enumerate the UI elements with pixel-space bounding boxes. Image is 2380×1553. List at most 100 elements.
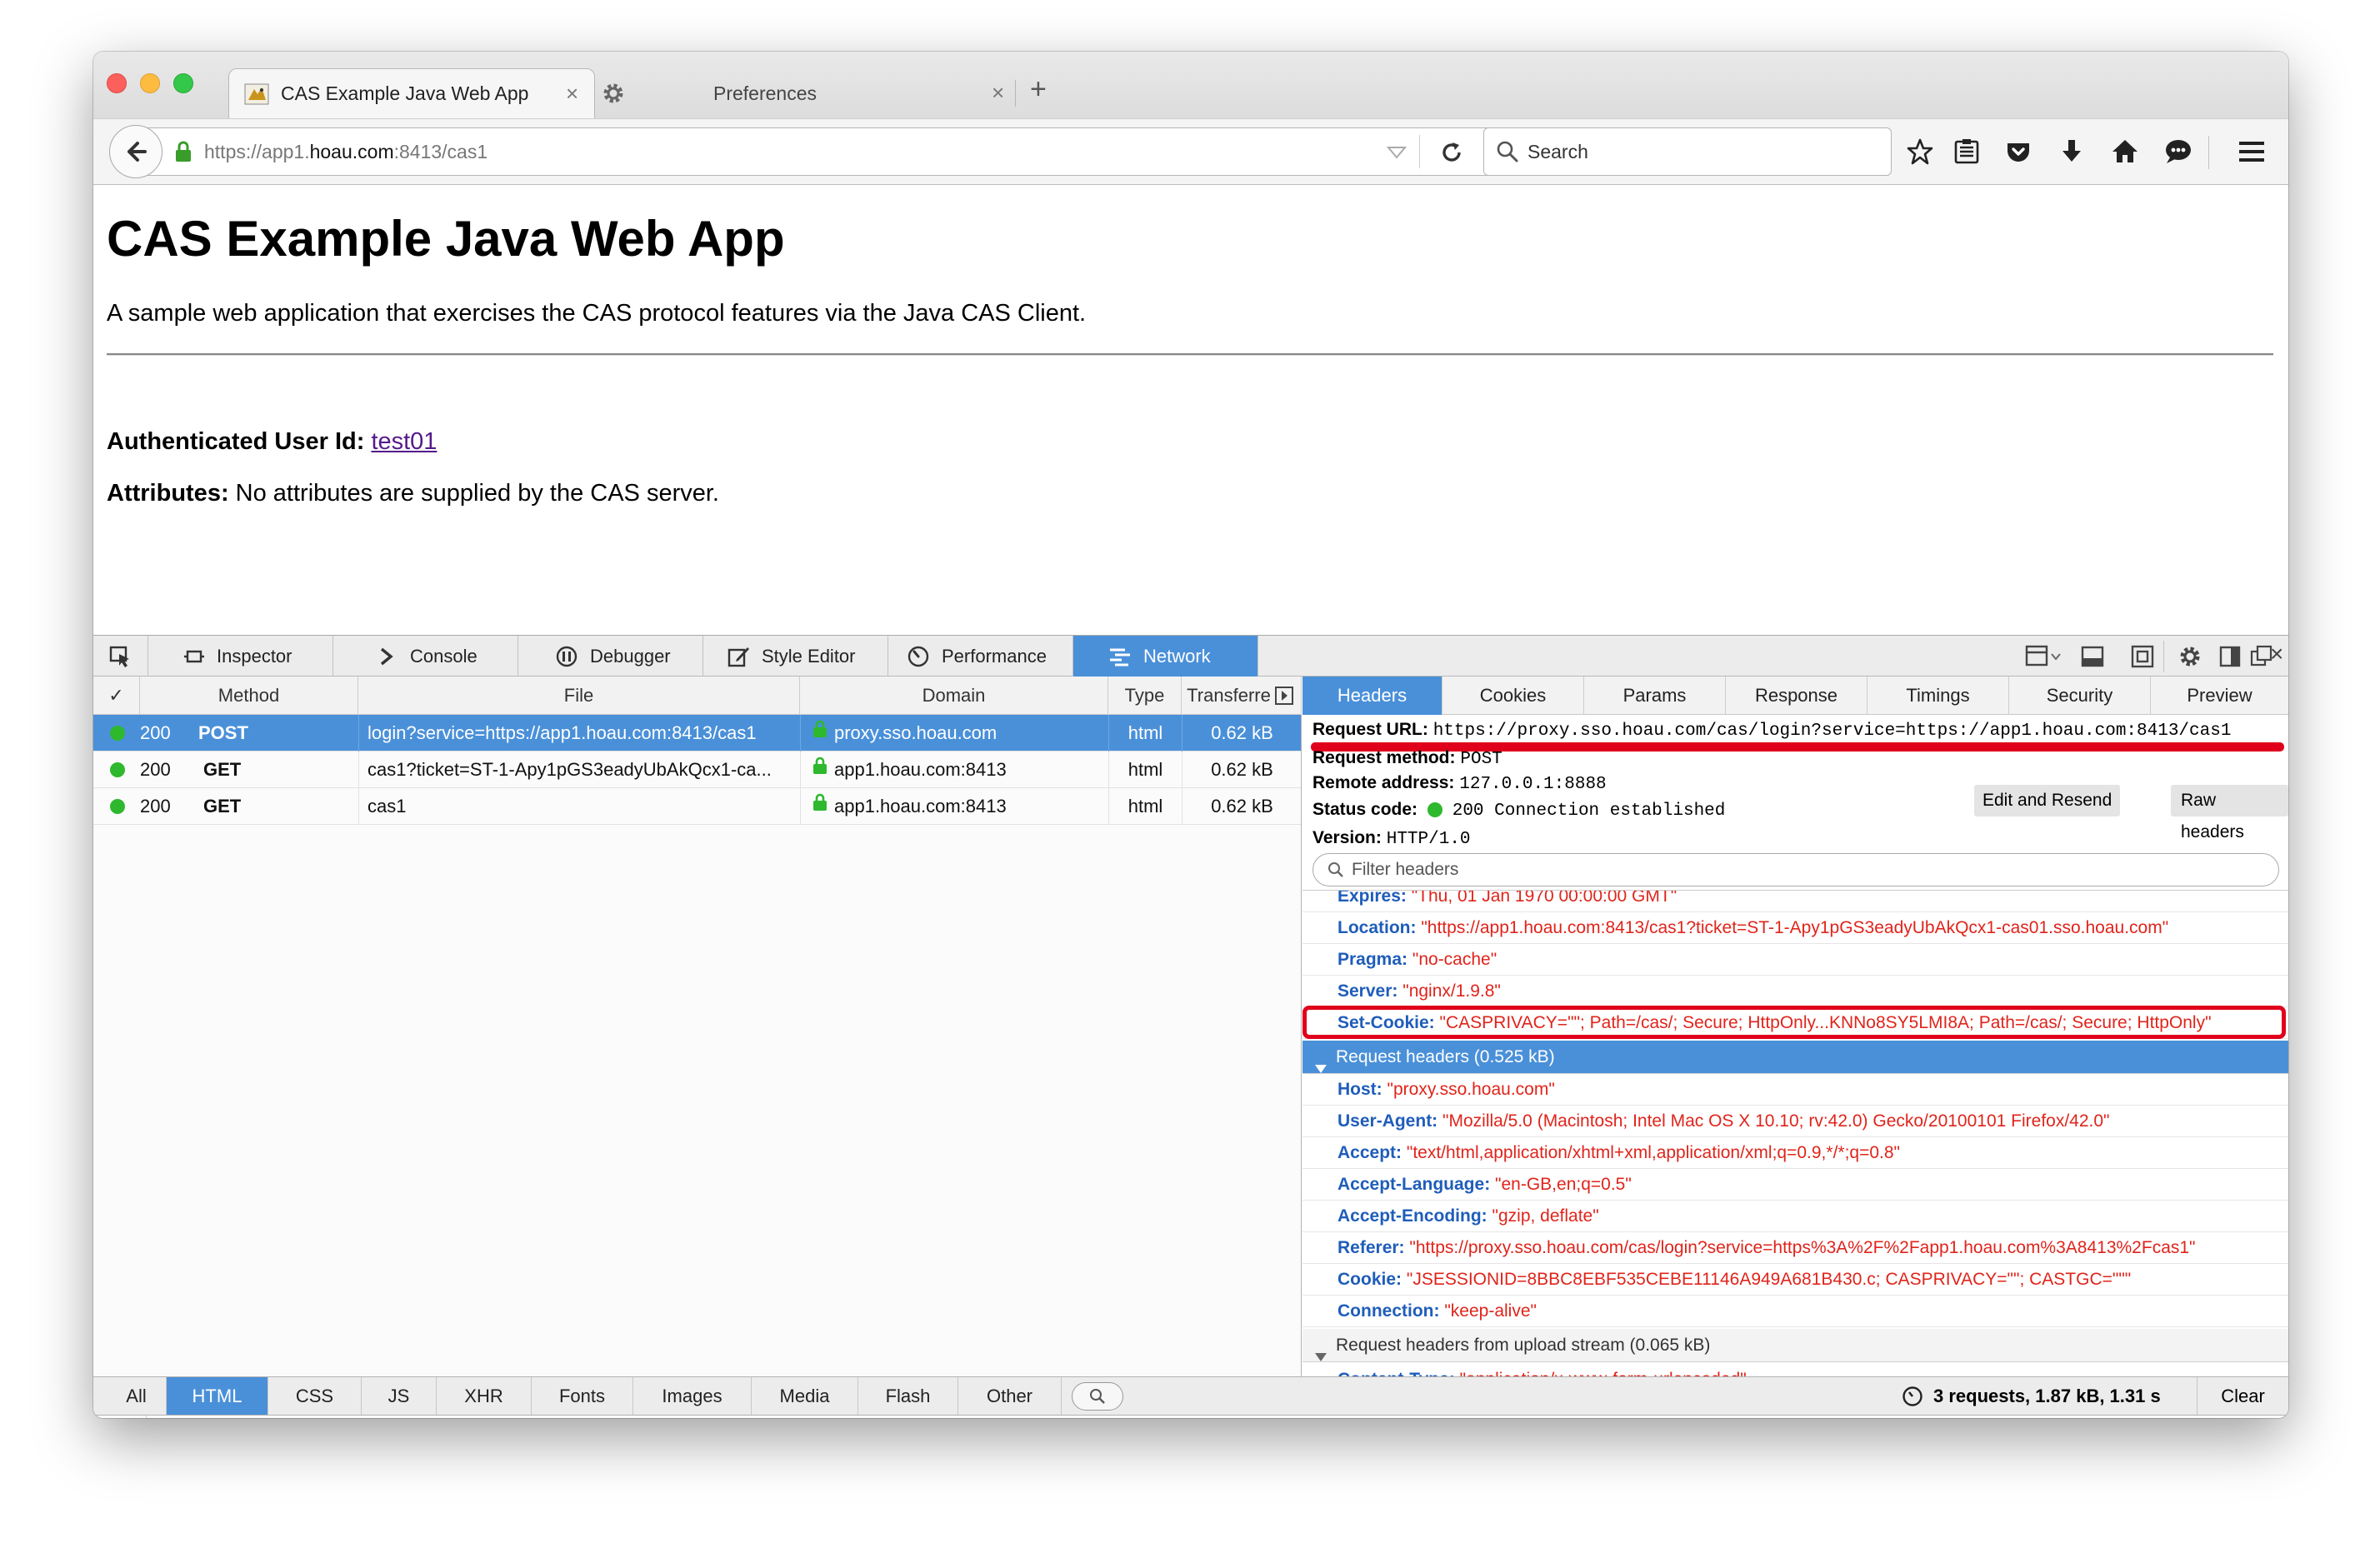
request-header-row[interactable]: Referer: "https://proxy.sso.hoau.com/cas… (1302, 1232, 2288, 1264)
tab-divider (1015, 80, 1016, 107)
upload-header-row[interactable]: Content-Type: "application/x-www-form-ur… (1302, 1364, 2288, 1376)
toggle-sidebar-icon[interactable] (1275, 687, 1293, 705)
auth-label: Authenticated User Id: (107, 428, 365, 455)
user-id-link[interactable]: test01 (371, 428, 437, 455)
column-type[interactable]: Type (1108, 677, 1182, 715)
edit-and-resend-button[interactable]: Edit and Resend (1974, 785, 2121, 816)
raw-headers-button[interactable]: Raw headers (2171, 785, 2288, 841)
new-tab-button[interactable]: + (1030, 73, 1047, 106)
console-prompt-icon: » (155, 1416, 169, 1418)
reload-icon[interactable] (1439, 140, 1464, 165)
request-header-row[interactable]: Accept-Encoding: "gzip, deflate" (1302, 1201, 2288, 1232)
tab-timings[interactable]: Timings (1868, 677, 2009, 715)
column-domain[interactable]: Domain (800, 677, 1108, 715)
request-header-row[interactable]: Accept: "text/html,application/xhtml+xml… (1302, 1137, 2288, 1169)
filter-headers-input[interactable]: Filter headers (1312, 853, 2279, 886)
response-header-row[interactable]: Location: "https://app1.hoau.com:8413/ca… (1302, 912, 2288, 944)
filter-placeholder: Filter headers (1352, 860, 1459, 879)
column-file[interactable]: File (358, 677, 800, 715)
request-header-row[interactable]: Connection: "keep-alive" (1302, 1296, 2288, 1327)
minimize-window-button[interactable] (140, 73, 160, 93)
close-tab-button[interactable]: × (566, 81, 578, 107)
filter-js[interactable]: JS (362, 1377, 437, 1416)
tab-preview[interactable]: Preview (2151, 677, 2288, 715)
close-split-console-button[interactable]: × (93, 1416, 147, 1418)
search-filter-button[interactable] (1072, 1382, 1123, 1411)
bookmarks-list-icon[interactable] (1950, 131, 1983, 172)
close-window-button[interactable] (107, 73, 127, 93)
page-title: CAS Example Java Web App (107, 211, 785, 267)
performance-clock-icon[interactable] (1902, 1386, 1923, 1407)
tab-cookies[interactable]: Cookies (1442, 677, 1584, 715)
filter-media[interactable]: Media (752, 1377, 858, 1416)
response-header-row[interactable]: Server: "nginx/1.9.8" (1302, 976, 2288, 1007)
tab-network[interactable]: Network (1073, 636, 1258, 677)
home-icon[interactable] (2108, 131, 2142, 172)
tab-headers[interactable]: Headers (1302, 677, 1442, 715)
responsive-mode-icon[interactable] (2130, 644, 2155, 669)
back-button[interactable] (109, 125, 162, 178)
gauge-icon (907, 645, 930, 668)
filter-flash[interactable]: Flash (858, 1377, 958, 1416)
tab-preferences[interactable]: Preferences × (597, 68, 1013, 118)
url-bar[interactable]: https://app1.hoau.com:8413/cas1 (109, 125, 1502, 178)
request-header-row[interactable]: Host: "proxy.sso.hoau.com" (1302, 1074, 2288, 1106)
dock-bottom-icon[interactable] (2080, 644, 2105, 669)
navigation-toolbar: https://app1.hoau.com:8413/cas1 Search (93, 118, 2288, 185)
request-summary: 3 requests, 1.87 kB, 1.31 s (1933, 1386, 2161, 1406)
tab-params[interactable]: Params (1584, 677, 1726, 715)
bookmark-star-icon[interactable] (1903, 131, 1937, 172)
tab-security[interactable]: Security (2009, 677, 2151, 715)
column-status-check[interactable]: ✓ (93, 677, 140, 715)
dock-side-icon[interactable] (2218, 645, 2242, 668)
tab-debugger[interactable]: Debugger (518, 636, 703, 677)
element-picker-button[interactable] (93, 636, 148, 677)
tab-title: Preferences (713, 82, 818, 104)
secure-lock-icon (812, 752, 828, 787)
picker-icon (109, 646, 129, 667)
request-headers-section[interactable]: Request headers (0.525 kB) (1302, 1041, 2288, 1074)
pocket-icon[interactable] (2002, 131, 2035, 172)
secure-lock-icon (812, 715, 828, 751)
filter-all[interactable]: All (93, 1377, 167, 1416)
tab-console[interactable]: Console (333, 636, 518, 677)
remote-address-row: Remote address: 127.0.0.1:8888 (1312, 773, 1607, 794)
filter-css[interactable]: CSS (268, 1377, 362, 1416)
filter-html[interactable]: HTML (167, 1377, 268, 1416)
filter-other[interactable]: Other (958, 1377, 1062, 1416)
zoom-window-button[interactable] (173, 73, 193, 93)
toolbox-layout-icon[interactable] (2025, 644, 2062, 669)
dropdown-icon[interactable] (1386, 143, 1408, 162)
response-header-row[interactable]: Expires: "Thu, 01 Jan 1970 00:00:00 GMT" (1302, 891, 2288, 912)
tab-style-editor[interactable]: Style Editor (703, 636, 888, 677)
request-list-panel: ✓ Method File Domain Type Transferre 200… (93, 677, 1302, 1376)
download-icon[interactable] (2055, 131, 2088, 172)
tab-response[interactable]: Response (1726, 677, 1868, 715)
tab-inspector[interactable]: Inspector (148, 636, 333, 677)
table-row[interactable]: 200 GET cas1 app1.hoau.com:8413 html 0.6… (93, 788, 1301, 825)
clear-button[interactable]: Clear (2197, 1377, 2288, 1416)
horizontal-rule (107, 353, 2273, 356)
chat-icon[interactable] (2162, 131, 2195, 172)
tab-performance[interactable]: Performance (888, 636, 1073, 677)
filter-fonts[interactable]: Fonts (532, 1377, 633, 1416)
close-tab-button[interactable]: × (992, 80, 1004, 106)
attributes-text: No attributes are supplied by the CAS se… (235, 480, 719, 507)
search-icon (1327, 861, 1345, 879)
split-console-bar: × » 1 (93, 1415, 2288, 1418)
filter-xhr[interactable]: XHR (437, 1377, 532, 1416)
response-header-row[interactable]: Pragma: "no-cache" (1302, 944, 2288, 976)
request-header-row[interactable]: Cookie: "JSESSIONID=8BBC8EBF535CEBE11146… (1302, 1264, 2288, 1296)
upload-headers-section[interactable]: Request headers from upload stream (0.06… (1302, 1329, 2288, 1362)
request-header-row[interactable]: User-Agent: "Mozilla/5.0 (Macintosh; Int… (1302, 1106, 2288, 1137)
column-method[interactable]: Method (140, 677, 358, 715)
filter-images[interactable]: Images (633, 1377, 752, 1416)
headers-list: Expires: "Thu, 01 Jan 1970 00:00:00 GMT"… (1302, 890, 2288, 1376)
table-row[interactable]: 200 POST login?service=https://app1.hoau… (93, 715, 1301, 752)
tab-cas-example[interactable]: CAS Example Java Web App × (228, 68, 595, 118)
request-header-row[interactable]: Accept-Language: "en-GB,en;q=0.5" (1302, 1169, 2288, 1201)
options-gear-icon[interactable] (2177, 643, 2203, 670)
menu-hamburger-icon[interactable] (2235, 131, 2268, 172)
table-row[interactable]: 200 GET cas1?ticket=ST-1-Apy1pGS3eadyUbA… (93, 752, 1301, 788)
search-input[interactable]: Search (1483, 127, 1892, 176)
